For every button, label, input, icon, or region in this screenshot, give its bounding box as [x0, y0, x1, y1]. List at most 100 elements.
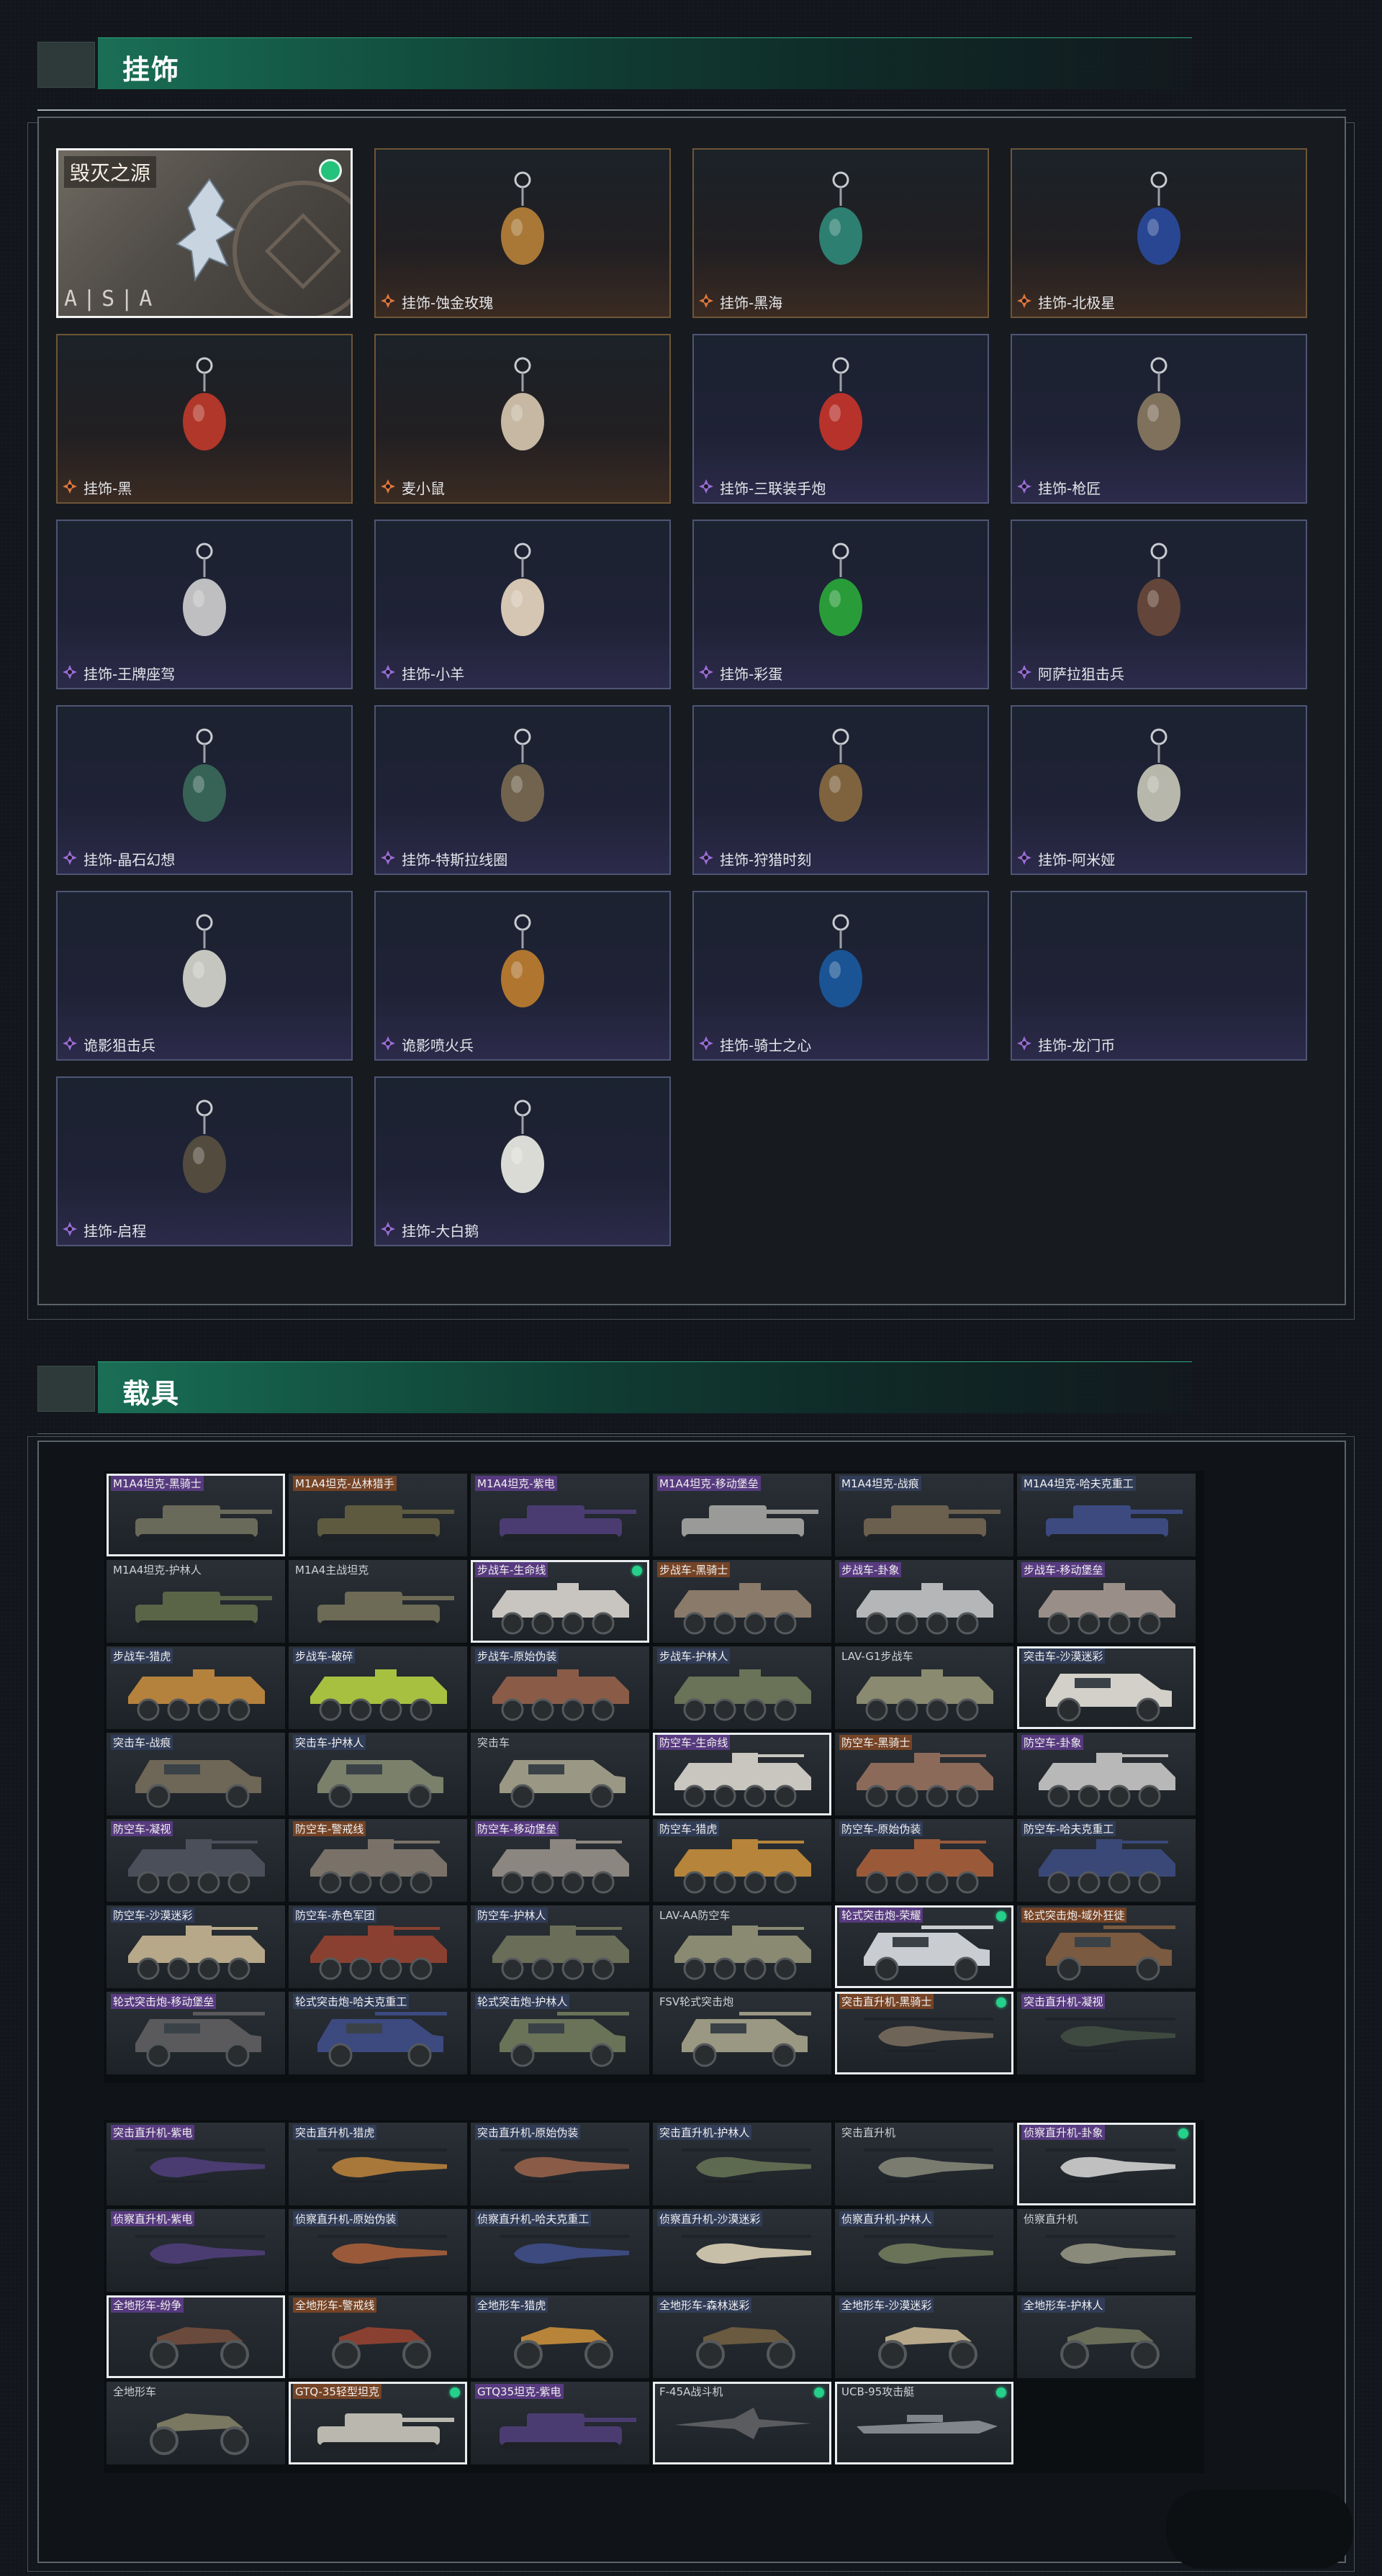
vehicle-skin-card[interactable]: 步战车-护林人	[653, 1646, 831, 1729]
vehicle-skin-card[interactable]: 防空车-护林人	[471, 1905, 649, 1988]
vehicle-skin-card[interactable]: 突击车-战痕	[107, 1733, 285, 1815]
vehicle-skin-card[interactable]: UCB-95攻击艇	[835, 2382, 1013, 2464]
vehicle-skin-card[interactable]: 步战车-猎虎	[107, 1646, 285, 1729]
vehicle-skin-card[interactable]: 全地形车	[107, 2382, 285, 2464]
charm-name-row: 挂饰-小羊	[380, 663, 464, 684]
vehicle-skin-card[interactable]: 轮式突击炮-哈夫克重工	[289, 1992, 467, 2074]
charm-card[interactable]: 阿萨拉狙击兵	[1011, 520, 1307, 689]
charm-card[interactable]: 挂饰-特斯拉线圈	[374, 705, 671, 875]
vehicle-skin-card[interactable]: 防空车-猎虎	[653, 1819, 831, 1902]
vehicle-skin-name: 防空车-卦象	[1021, 1735, 1084, 1750]
charm-card[interactable]: 挂饰-狩猎时刻	[692, 705, 989, 875]
vehicle-skin-card[interactable]: 全地形车-沙漠迷彩	[835, 2295, 1013, 2378]
vehicle-skin-card[interactable]: 侦察直升机-原始伪装	[289, 2209, 467, 2292]
charm-card[interactable]: 挂饰-枪匠	[1011, 334, 1307, 504]
charm-card[interactable]: 挂饰-王牌座驾	[56, 520, 353, 689]
vehicle-skin-card[interactable]: M1A4坦克-紫电	[471, 1474, 649, 1556]
vehicle-skin-card[interactable]: 防空车-沙漠迷彩	[107, 1905, 285, 1988]
vehicle-skin-card[interactable]: 防空车-卦象	[1017, 1733, 1196, 1815]
charm-card-featured[interactable]: 毁灭之源 A|S|A	[56, 148, 353, 318]
vehicle-skin-card[interactable]: 突击直升机-护林人	[653, 2123, 831, 2205]
vehicle-skin-card[interactable]: LAV-G1步战车	[835, 1646, 1013, 1729]
charm-card[interactable]: 麦小鼠	[374, 334, 671, 504]
vehicle-skin-card[interactable]: M1A4主战坦克	[289, 1560, 467, 1643]
vehicle-skin-card[interactable]: GTQ35坦克-紫电	[471, 2382, 649, 2464]
vehicle-skin-card[interactable]: 轮式突击炮-荣耀	[835, 1905, 1013, 1988]
vehicle-skin-card[interactable]: 防空车-凝视	[107, 1819, 285, 1902]
vehicle-skin-name: F-45A战斗机	[659, 2385, 723, 2398]
vehicle-skin-card[interactable]: 侦察直升机-紫电	[107, 2209, 285, 2292]
vehicle-skin-card[interactable]: 突击直升机-黑骑士	[835, 1992, 1013, 2074]
charm-card[interactable]: 挂饰-晶石幻想	[56, 705, 353, 875]
charm-card[interactable]: 挂饰-黑海	[692, 148, 989, 318]
vehicle-skin-card[interactable]: 突击直升机-凝视	[1017, 1992, 1196, 2074]
charm-name-row: 挂饰-北极星	[1016, 291, 1115, 312]
vehicle-skin-card[interactable]: 全地形车-纷争	[107, 2295, 285, 2378]
vehicle-skin-card[interactable]: 轮式突击炮-域外狂徒	[1017, 1905, 1196, 1988]
charm-card[interactable]: 挂饰-小羊	[374, 520, 671, 689]
charm-card[interactable]: 挂饰-阿米娅	[1011, 705, 1307, 875]
vehicle-skin-card[interactable]: 防空车-赤色军团	[289, 1905, 467, 1988]
rarity-icon	[1016, 1035, 1032, 1054]
vehicle-skin-card[interactable]: 防空车-生命线	[653, 1733, 831, 1815]
vehicle-skin-card[interactable]: 步战车-生命线	[471, 1560, 649, 1643]
vehicle-skin-card[interactable]: M1A4坦克-战痕	[835, 1474, 1013, 1556]
vehicle-skin-card[interactable]: 侦察直升机	[1017, 2209, 1196, 2292]
vehicle-skin-card[interactable]: 全地形车-森林迷彩	[653, 2295, 831, 2378]
vehicle-skin-card[interactable]: 突击车-沙漠迷彩	[1017, 1646, 1196, 1729]
charm-card[interactable]: 挂饰-三联装手炮	[692, 334, 989, 504]
vehicle-skin-card[interactable]: 突击直升机-猎虎	[289, 2123, 467, 2205]
vehicle-skin-card[interactable]: 突击直升机	[835, 2123, 1013, 2205]
vehicle-skin-card[interactable]: 步战车-移动堡垒	[1017, 1560, 1196, 1643]
charm-card[interactable]: 诡影狙击兵	[56, 891, 353, 1061]
charm-card[interactable]: 挂饰-骑士之心	[692, 891, 989, 1061]
charm-card[interactable]: 挂饰-启程	[56, 1076, 353, 1246]
vehicle-skin-card[interactable]: 侦察直升机-卦象	[1017, 2123, 1196, 2205]
vehicle-skin-card[interactable]: 侦察直升机-哈夫克重工	[471, 2209, 649, 2292]
vehicle-skin-card[interactable]: 突击直升机-紫电	[107, 2123, 285, 2205]
vehicle-skin-card[interactable]: M1A4坦克-哈夫克重工	[1017, 1474, 1196, 1556]
charm-card[interactable]: 挂饰-黑	[56, 334, 353, 504]
vehicle-skin-card[interactable]: 步战车-破碎	[289, 1646, 467, 1729]
vehicle-skin-card[interactable]: 突击车-护林人	[289, 1733, 467, 1815]
vehicle-skin-card[interactable]: 步战车-黑骑士	[653, 1560, 831, 1643]
vehicle-grid-b: 突击直升机-紫电 突击直升机-猎虎 突击直升机-原始伪装 突击直升机-护林人 突击直升机…	[107, 2123, 1196, 2464]
vehicle-skin-card[interactable]: 防空车-移动堡垒	[471, 1819, 649, 1902]
owned-indicator-icon	[632, 1566, 642, 1576]
dragon-charm-icon	[176, 178, 236, 282]
charm-card[interactable]: 挂饰-龙门币	[1011, 891, 1307, 1061]
vehicle-skin-card[interactable]: M1A4坦克-护林人	[107, 1560, 285, 1643]
vehicle-skin-card[interactable]: 全地形车-猎虎	[471, 2295, 649, 2378]
vehicle-skin-card[interactable]: 突击车	[471, 1733, 649, 1815]
vehicle-skin-name: 防空车-猎虎	[657, 1821, 720, 1836]
vehicle-skin-card[interactable]: F-45A战斗机	[653, 2382, 831, 2464]
vehicle-skin-card[interactable]: FSV轮式突击炮	[653, 1992, 831, 2074]
vehicle-skin-card[interactable]: 防空车-警戒线	[289, 1819, 467, 1902]
vehicle-skin-card[interactable]: 全地形车-护林人	[1017, 2295, 1196, 2378]
vehicle-skin-card[interactable]: 步战车-原始伪装	[471, 1646, 649, 1729]
vehicle-skin-card[interactable]: 突击直升机-原始伪装	[471, 2123, 649, 2205]
vehicle-skin-card[interactable]: 侦察直升机-沙漠迷彩	[653, 2209, 831, 2292]
vehicle-skin-name: 突击直升机-黑骑士	[839, 1994, 934, 2009]
vehicle-skin-card[interactable]: 轮式突击炮-移动堡垒	[107, 1992, 285, 2074]
charm-card[interactable]: 诡影喷火兵	[374, 891, 671, 1061]
rarity-icon	[698, 479, 714, 497]
vehicle-skin-card[interactable]: 轮式突击炮-护林人	[471, 1992, 649, 2074]
vehicle-skin-card[interactable]: 侦察直升机-护林人	[835, 2209, 1013, 2292]
charm-card[interactable]: 挂饰-彩蛋	[692, 520, 989, 689]
vehicle-skin-card[interactable]: GTQ-35轻型坦克	[289, 2382, 467, 2464]
owned-indicator-icon	[996, 1997, 1006, 2008]
charm-card[interactable]: 挂饰-蚀金玫瑰	[374, 148, 671, 318]
vehicle-skin-card[interactable]: 全地形车-警戒线	[289, 2295, 467, 2378]
charm-card[interactable]: 挂饰-大白鹅	[374, 1076, 671, 1246]
vehicle-skin-card[interactable]: 步战车-卦象	[835, 1560, 1013, 1643]
vehicle-skin-card[interactable]: 防空车-原始伪装	[835, 1819, 1013, 1902]
vehicle-skin-card[interactable]: 防空车-黑骑士	[835, 1733, 1013, 1815]
vehicle-skin-card[interactable]: M1A4坦克-黑骑士	[107, 1474, 285, 1556]
vehicle-skin-card[interactable]: M1A4坦克-丛林猎手	[289, 1474, 467, 1556]
charm-card[interactable]: 挂饰-北极星	[1011, 148, 1307, 318]
vehicle-skin-card[interactable]: 防空车-哈夫克重工	[1017, 1819, 1196, 1902]
charm-name-row: 挂饰-龙门币	[1016, 1034, 1115, 1055]
vehicle-skin-card[interactable]: LAV-AA防空车	[653, 1905, 831, 1988]
vehicle-skin-card[interactable]: M1A4坦克-移动堡垒	[653, 1474, 831, 1556]
